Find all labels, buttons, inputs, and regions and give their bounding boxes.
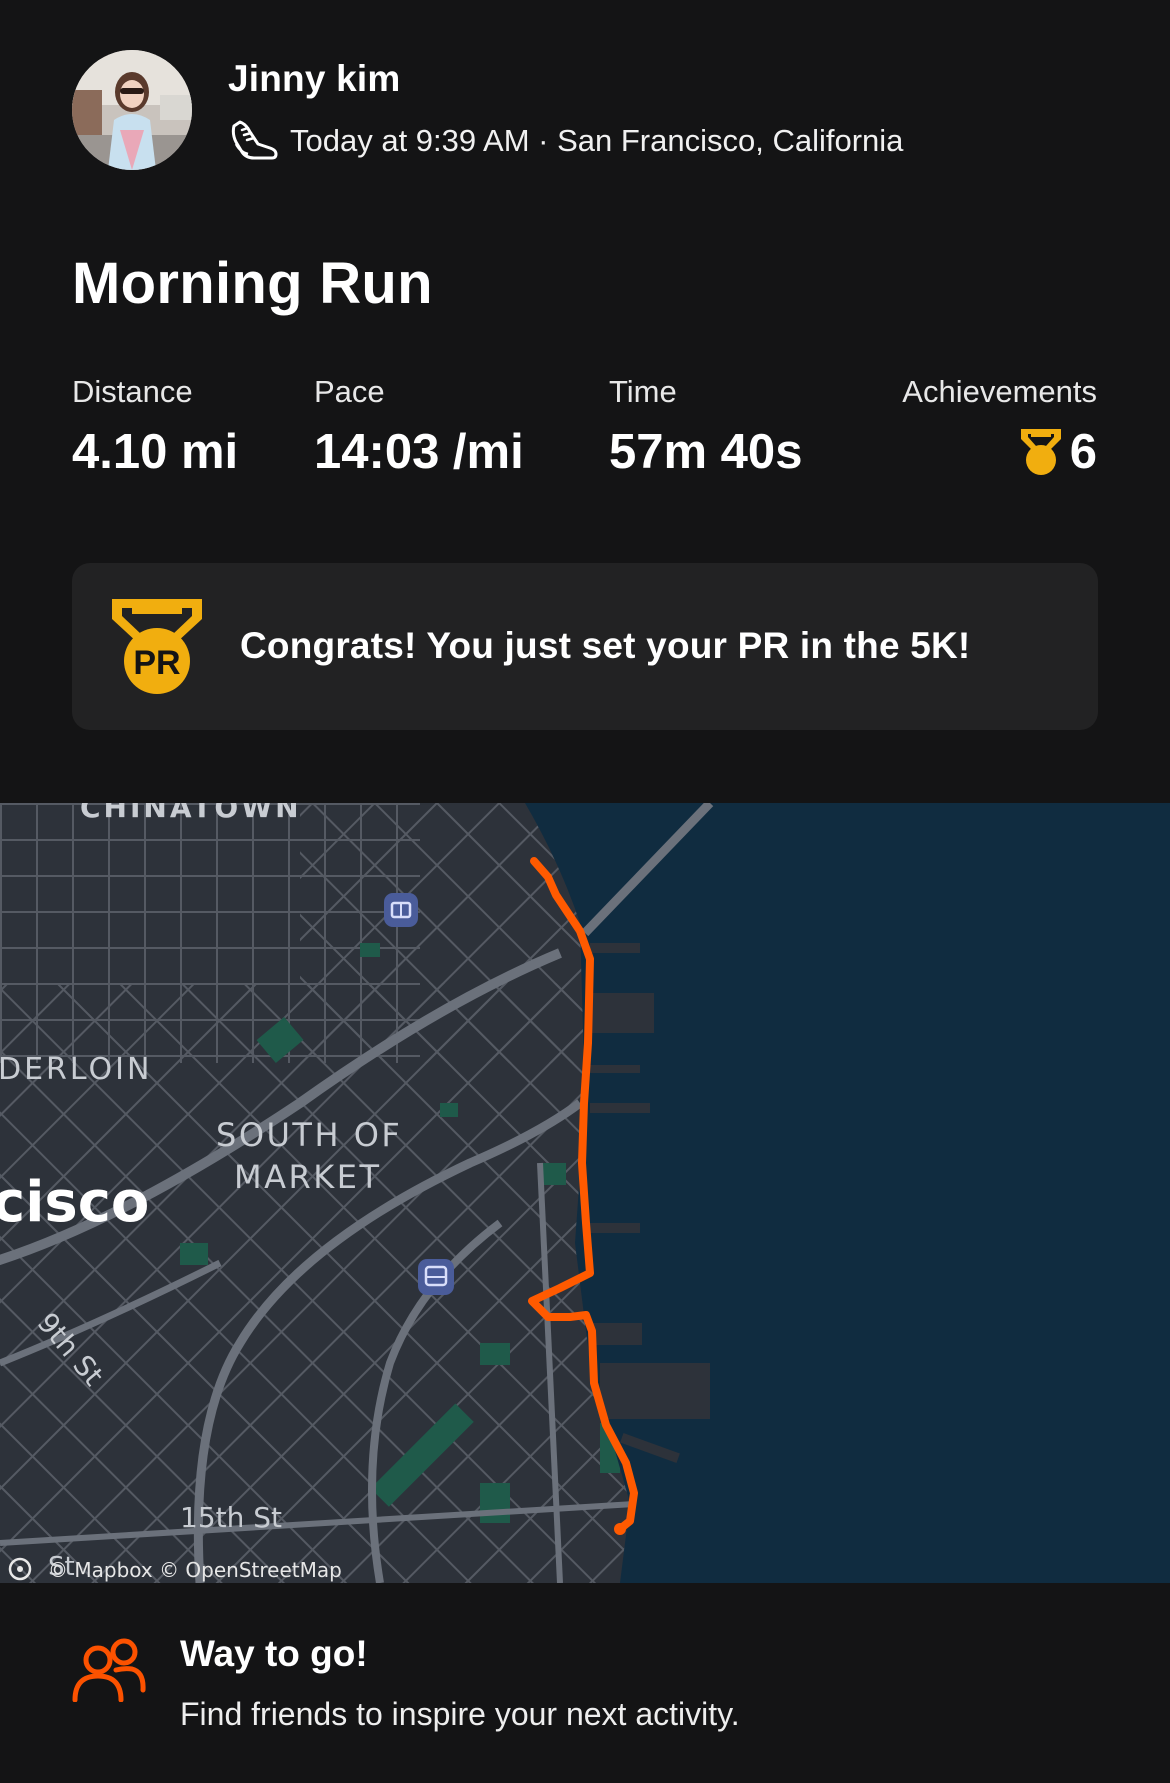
svg-text:PR: PR <box>133 644 180 682</box>
pr-medal-icon: PR <box>112 599 202 694</box>
map-attribution-text: © Mapbox © OpenStreetMap <box>48 1558 342 1582</box>
activity-title[interactable]: Morning Run <box>72 250 433 317</box>
stat-achievements[interactable]: Achievements 6 <box>902 374 1097 480</box>
stat-label: Pace <box>314 374 385 409</box>
footer-title: Way to go! <box>180 1633 368 1674</box>
activity-meta: Today at 9:39 AM · San Francisco, Califo… <box>228 116 903 166</box>
map-label-tenderloin: DERLOIN <box>0 1052 152 1087</box>
footer-subtitle: Find friends to inspire your next activi… <box>180 1696 740 1732</box>
activity-header: Jinny kim Today at 9:39 AM · San Francis… <box>72 50 1102 170</box>
map-label-soma-1: SOUTH OF <box>216 1116 402 1154</box>
medal-icon <box>1020 429 1061 475</box>
map-label-chinatown: CHINATOWN <box>80 803 302 824</box>
stat-label: Time <box>609 374 677 409</box>
map-label-15th-st: 15th St <box>180 1501 282 1534</box>
stat-value: 4.10 mi <box>72 425 239 479</box>
map-label-soma-2: MARKET <box>234 1158 381 1196</box>
stat-value: 14:03 /mi <box>314 425 524 479</box>
pr-message: Congrats! You just set your PR in the 5K… <box>240 625 971 666</box>
train-icon <box>418 1259 454 1295</box>
map-canvas[interactable]: CHINATOWN DERLOIN SOUTH OF MARKET cisco … <box>0 803 1170 1583</box>
route-map[interactable]: CHINATOWN DERLOIN SOUTH OF MARKET cisco … <box>0 803 1170 1583</box>
stat-label: Achievements <box>902 374 1097 409</box>
cable-car-icon <box>384 893 418 927</box>
stat-value: 57m 40s <box>609 425 803 479</box>
map-label-city: cisco <box>0 1170 149 1235</box>
stat-label: Distance <box>72 374 193 409</box>
user-name[interactable]: Jinny kim <box>228 58 400 100</box>
stat-time: Time 57m 40s <box>609 374 802 480</box>
running-shoe-icon <box>231 120 278 160</box>
friends-icon <box>72 1638 146 1702</box>
achievements-value: 6 <box>1069 425 1097 479</box>
pr-banner[interactable]: PR Congrats! You just set your PR in the… <box>72 563 1098 730</box>
find-friends-prompt[interactable]: Way to go! Find friends to inspire your … <box>0 1583 1170 1783</box>
avatar[interactable] <box>72 50 192 170</box>
map-attribution: © Mapbox © OpenStreetMap <box>8 1557 342 1582</box>
achievements-count: 6 <box>902 424 1097 480</box>
stat-pace: Pace 14:03 /mi <box>314 374 524 480</box>
activity-time-location: Today at 9:39 AM · San Francisco, Califo… <box>290 123 904 158</box>
stat-distance: Distance 4.10 mi <box>72 374 238 480</box>
